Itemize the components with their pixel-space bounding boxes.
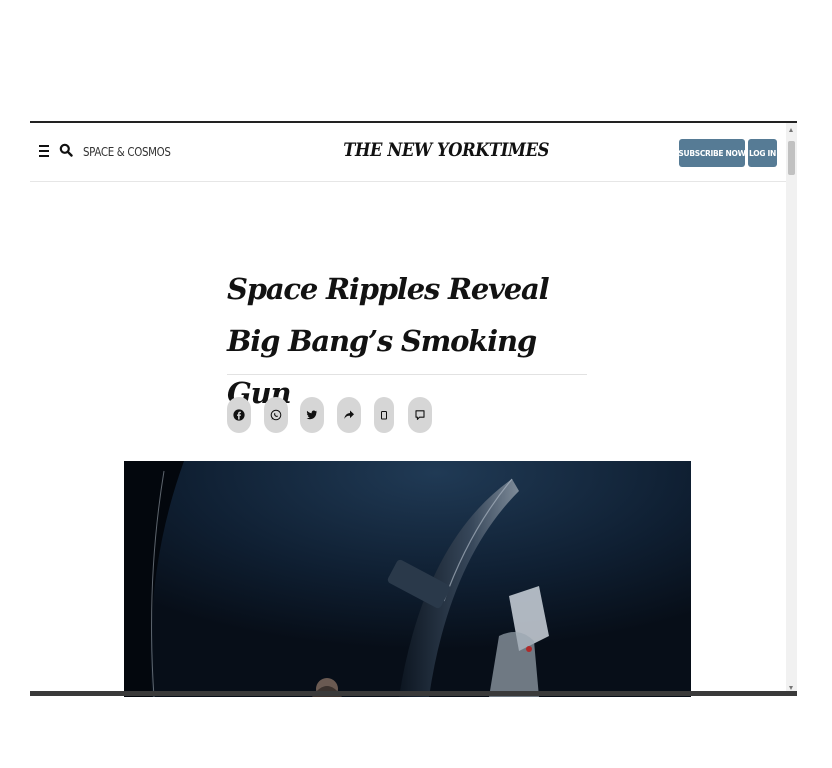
section-label[interactable]: SPACE & COSMOS [83, 144, 171, 159]
facebook-share-button[interactable] [227, 397, 251, 433]
comments-button[interactable] [408, 397, 432, 433]
viewport-bottom-edge [30, 691, 797, 696]
search-icon[interactable] [59, 143, 73, 157]
headline-divider [227, 374, 587, 375]
login-button[interactable]: LOG IN [748, 139, 777, 167]
scroll-up-arrow-icon[interactable] [789, 128, 793, 132]
comment-icon [415, 410, 425, 420]
vertical-scrollbar[interactable] [786, 123, 797, 695]
twitter-share-button[interactable] [300, 397, 324, 433]
share-icon [344, 410, 354, 419]
masthead: SPACE & COSMOS THE NEW YORKTIMES SUBSCRI… [30, 123, 786, 182]
article-hero-image [124, 461, 691, 697]
share-link-button[interactable] [337, 397, 361, 433]
hamburger-menu-icon[interactable] [39, 145, 49, 157]
scrollbar-thumb[interactable] [788, 141, 795, 175]
scroll-down-arrow-icon[interactable] [789, 686, 793, 690]
site-logo[interactable]: THE NEW YORKTIMES [343, 139, 549, 161]
facebook-icon [233, 409, 245, 421]
whatsapp-icon [270, 409, 282, 421]
save-icon [381, 411, 387, 420]
whatsapp-share-button[interactable] [264, 397, 288, 433]
twitter-icon [306, 410, 317, 420]
save-article-button[interactable] [374, 397, 394, 433]
subscribe-button[interactable]: SUBSCRIBE NOW [678, 139, 746, 167]
article-headline: Space Ripples Reveal Big Bang’s Smoking … [227, 272, 550, 410]
browser-viewport: SPACE & COSMOS THE NEW YORKTIMES SUBSCRI… [30, 121, 797, 697]
